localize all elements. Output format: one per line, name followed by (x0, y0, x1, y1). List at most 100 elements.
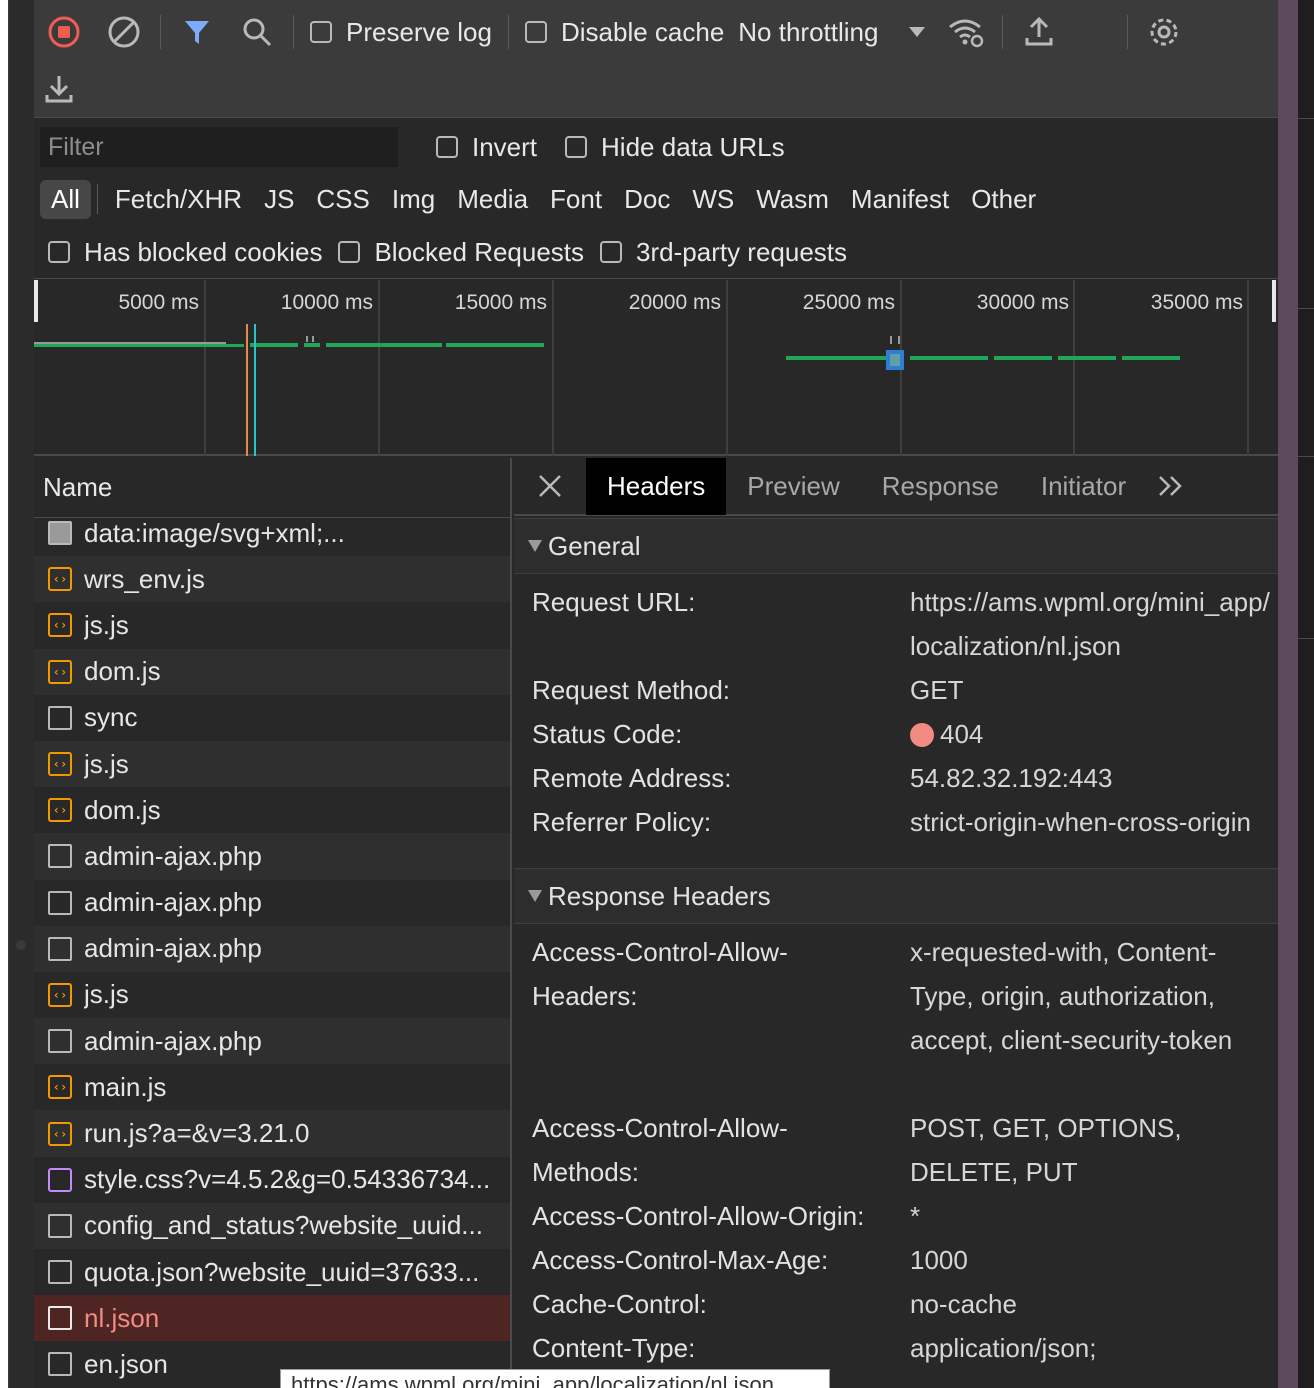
checkbox-box[interactable] (436, 136, 458, 158)
request-row[interactable]: admin-ajax.php (34, 925, 510, 972)
import-har-button[interactable] (1009, 3, 1069, 61)
checkbox-box[interactable] (600, 241, 623, 263)
remote-address-value: 54.82.32.192:443 (910, 763, 1113, 793)
request-row[interactable]: ‹› js.js (34, 602, 510, 649)
third-party-checkbox[interactable]: 3rd-party requests (600, 237, 857, 268)
acah-label: Access-Control-Allow-Headers: (532, 937, 788, 1011)
type-filter-all[interactable]: All (40, 179, 91, 219)
request-row[interactable]: nl.json (34, 1295, 510, 1342)
load-event-line (254, 324, 256, 456)
throttling-select[interactable]: No throttling (734, 17, 926, 48)
invert-checkbox[interactable]: Invert (426, 132, 547, 163)
blocked-requests-checkbox[interactable]: Blocked Requests (338, 237, 594, 268)
status-code-text: 404 (940, 719, 984, 749)
filter-funnel-icon (185, 21, 209, 44)
type-filter-font[interactable]: Font (539, 180, 613, 219)
timeline-canvas: 5000 ms 10000 ms 15000 ms 20000 ms 25000… (34, 280, 1276, 456)
referrer-policy-row: Referrer Policy: strict-origin-when-cros… (514, 800, 1278, 844)
name-column-header[interactable]: Name (34, 458, 510, 518)
response-headers-section-header[interactable]: Response Headers (514, 868, 1278, 924)
request-bar (304, 343, 320, 347)
type-filter-js[interactable]: JS (253, 180, 305, 219)
type-filter-img[interactable]: Img (381, 180, 446, 219)
checkbox-box[interactable] (310, 21, 332, 43)
type-filter-ws[interactable]: WS (681, 180, 745, 219)
clear-icon (108, 16, 140, 48)
remote-address-label: Remote Address: (532, 763, 732, 793)
filter-toggle-button[interactable] (167, 3, 227, 61)
tab-response[interactable]: Response (861, 458, 1020, 515)
clear-button[interactable] (94, 3, 154, 61)
type-filter-wasm[interactable]: Wasm (745, 180, 840, 219)
request-method-value: GET (910, 675, 964, 705)
acao-value: * (910, 1201, 921, 1231)
remote-address-row: Remote Address: 54.82.32.192:443 (514, 756, 1278, 800)
request-name: admin-ajax.php (84, 887, 262, 918)
range-handle-right[interactable] (1272, 280, 1276, 322)
request-row[interactable]: ‹› js.js (34, 971, 510, 1019)
request-row[interactable]: ‹› dom.js (34, 648, 510, 695)
request-row[interactable]: ‹› wrs_env.js (34, 556, 510, 603)
disable-cache-checkbox[interactable]: Disable cache (515, 17, 734, 48)
filter-input[interactable] (40, 127, 398, 167)
checkbox-box[interactable] (565, 136, 588, 158)
document-file-icon (48, 705, 72, 730)
type-filter-other[interactable]: Other (960, 180, 1047, 219)
export-har-button[interactable] (34, 60, 84, 118)
script-file-icon: ‹› (48, 752, 72, 777)
divider (1298, 308, 1314, 309)
hide-data-urls-checkbox[interactable]: Hide data URLs (555, 132, 795, 163)
status-code-label: Status Code: (532, 719, 683, 749)
request-row[interactable]: ‹› main.js (34, 1064, 510, 1111)
range-handle-left[interactable] (34, 280, 38, 322)
resize-dot[interactable] (16, 940, 26, 950)
tick-label: 35000 ms (1151, 291, 1243, 314)
close-icon (539, 475, 561, 497)
cache-control-row: Cache-Control: no-cache (514, 1282, 1278, 1326)
record-button[interactable] (34, 3, 94, 61)
checkbox-box[interactable] (48, 241, 70, 263)
request-row[interactable]: style.css?v=4.5.2&g=0.54336734... (34, 1156, 510, 1203)
request-row[interactable]: ‹› js.js (34, 740, 510, 788)
type-filter-css[interactable]: CSS (305, 180, 380, 219)
invert-label: Invert (472, 131, 538, 162)
request-row[interactable]: ‹› run.js?a=&v=3.21.0 (34, 1110, 510, 1157)
request-row[interactable]: admin-ajax.php (34, 833, 510, 880)
checkbox-box[interactable] (524, 21, 547, 43)
divider (1298, 638, 1314, 639)
script-file-icon: ‹› (48, 659, 72, 684)
network-overview-timeline[interactable]: 5000 ms 10000 ms 15000 ms 20000 ms 25000… (34, 280, 1278, 456)
network-conditions-button[interactable] (936, 3, 996, 61)
request-row[interactable]: config_and_status?website_uuid... (34, 1202, 510, 1249)
type-filter-manifest[interactable]: Manifest (840, 180, 960, 219)
resource-type-filters: All Fetch/XHR JS CSS Img Media Font Doc … (40, 177, 1047, 221)
preserve-log-checkbox[interactable]: Preserve log (300, 17, 502, 48)
request-name: js.js (84, 748, 129, 779)
settings-button[interactable] (1134, 3, 1194, 61)
request-row[interactable]: sync (34, 694, 510, 741)
request-row[interactable]: quota.json?website_uuid=37633... (34, 1249, 510, 1296)
request-bar (250, 343, 298, 347)
search-button[interactable] (227, 3, 287, 61)
general-section-header[interactable]: General (514, 518, 1278, 574)
document-file-icon (48, 1213, 72, 1238)
request-row[interactable]: ‹› dom.js (34, 787, 510, 834)
request-row[interactable]: admin-ajax.php (34, 1018, 510, 1065)
type-filter-media[interactable]: Media (446, 180, 539, 219)
tab-preview[interactable]: Preview (726, 458, 860, 515)
close-details-button[interactable] (514, 458, 586, 515)
type-filter-doc[interactable]: Doc (613, 180, 681, 219)
checkbox-box[interactable] (338, 241, 361, 263)
request-details-pane: Headers Preview Response Initiator Gener… (514, 458, 1278, 1388)
status-code-value: 404 (910, 712, 1272, 756)
type-filter-fetch-xhr[interactable]: Fetch/XHR (104, 180, 253, 219)
document-file-icon (48, 1260, 72, 1285)
request-row[interactable]: admin-ajax.php (34, 879, 510, 926)
has-blocked-cookies-checkbox[interactable]: Has blocked cookies (48, 237, 332, 268)
tab-headers[interactable]: Headers (586, 458, 727, 515)
toolbar-separator (160, 15, 161, 49)
document-file-icon (48, 1306, 72, 1331)
adjacent-panel-border (1278, 0, 1298, 1388)
more-tabs-button[interactable] (1147, 458, 1185, 515)
tab-initiator[interactable]: Initiator (1020, 458, 1147, 515)
